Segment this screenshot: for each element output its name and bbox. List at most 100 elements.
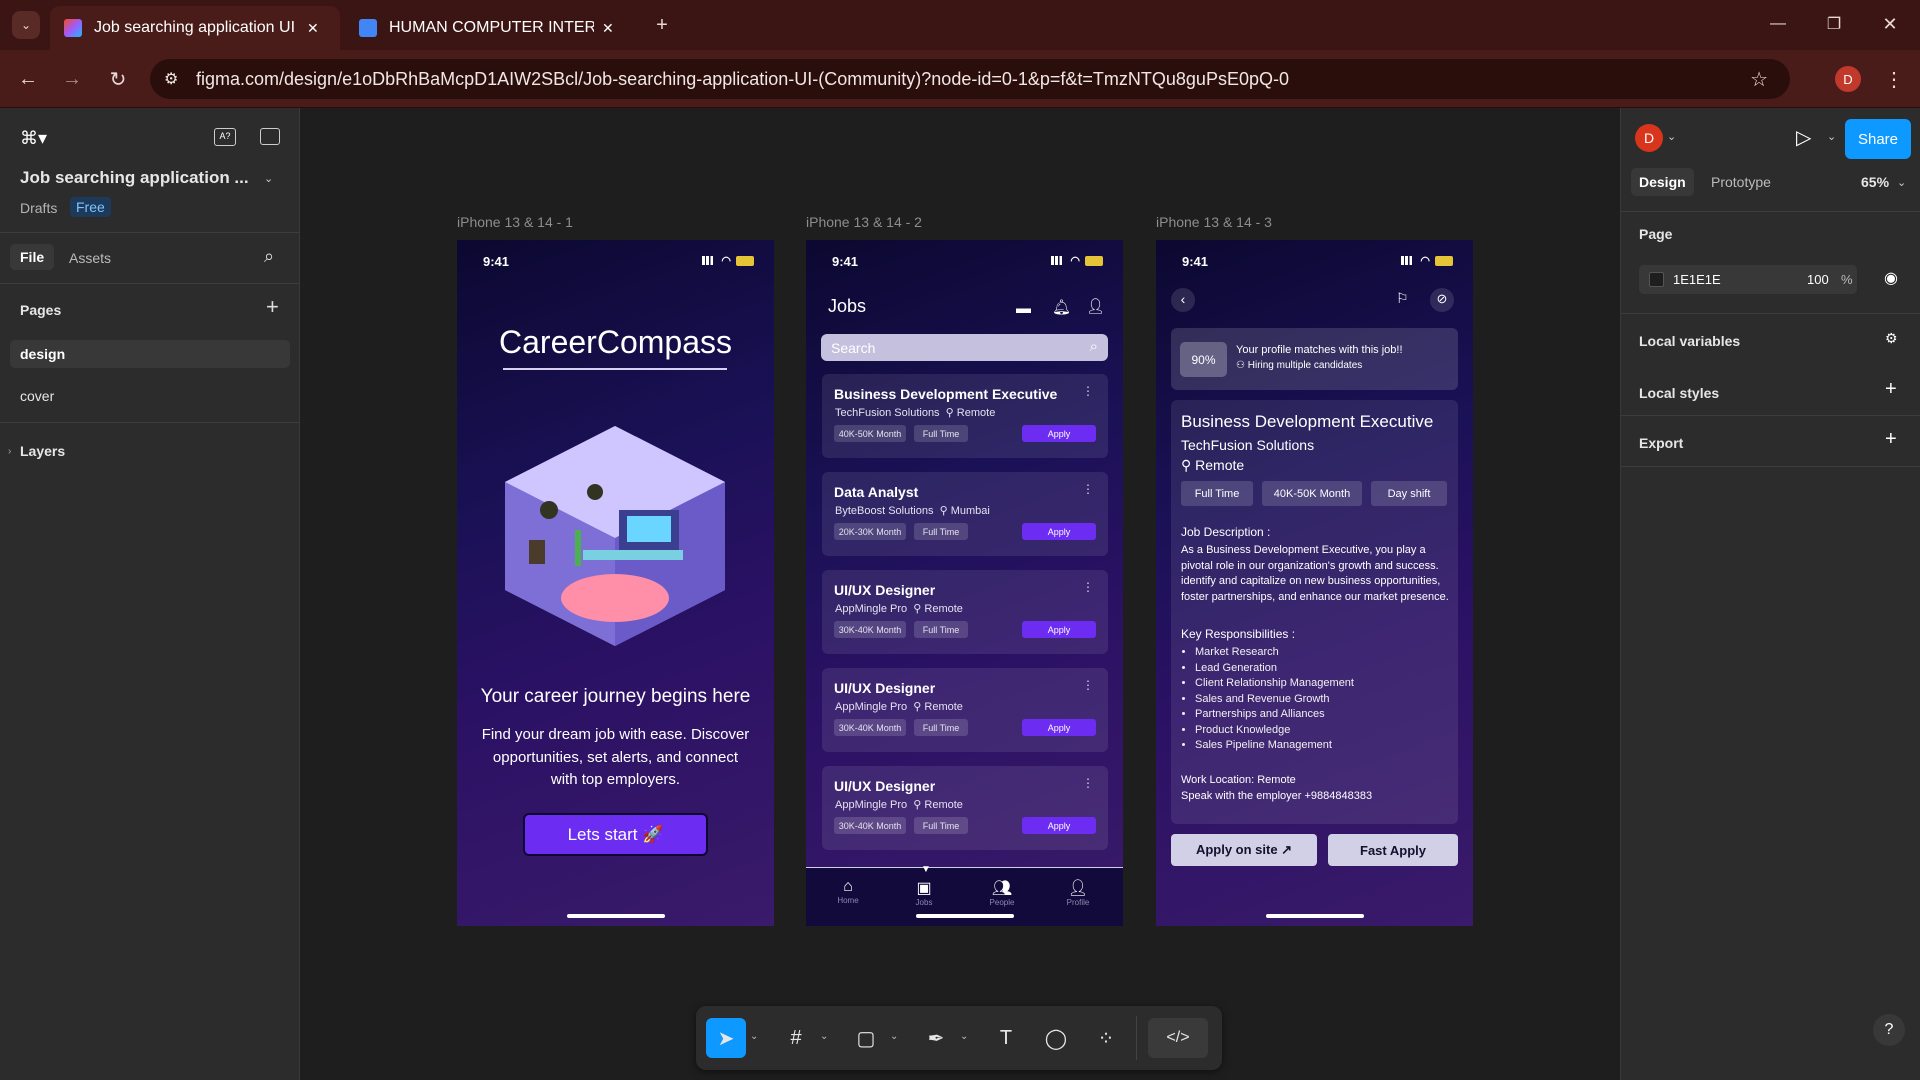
add-style-icon[interactable]: + (1885, 378, 1897, 401)
search-icon[interactable]: ⌕ (264, 246, 274, 267)
nav-jobs[interactable]: ▣ Jobs (908, 878, 940, 907)
add-page-icon[interactable]: + (266, 294, 279, 320)
new-tab-icon[interactable]: + (648, 11, 676, 39)
more-options-icon[interactable]: ⋮ (1082, 776, 1094, 790)
bell-icon[interactable]: 🔔︎ (1052, 298, 1071, 316)
nav-profile[interactable]: 👤︎ Profile (1058, 878, 1098, 907)
apply-button[interactable]: Apply (1022, 523, 1096, 540)
frame-onboarding[interactable]: 9:41 ◠ CareerCompass Your career journey… (457, 240, 774, 926)
rectangle-tool-icon[interactable]: ▢ (846, 1018, 886, 1058)
apply-button[interactable]: Apply (1022, 817, 1096, 834)
components-tool-icon[interactable]: ⁘ (1086, 1018, 1126, 1058)
job-card[interactable]: Data Analyst ByteBoost Solutions ⚲ Mumba… (822, 472, 1108, 556)
dev-mode-icon[interactable]: </> (1148, 1018, 1208, 1058)
page-item-design[interactable]: design (10, 340, 290, 368)
opacity-value[interactable]: 100 (1807, 272, 1829, 287)
figma-menu-icon[interactable]: ⌘▾ (20, 128, 47, 149)
apply-on-site-button[interactable]: Apply on site ↗ (1171, 834, 1317, 866)
tab-file[interactable]: File (10, 244, 55, 270)
tab-hci[interactable]: HUMAN COMPUTER INTERACTI ✕ (345, 6, 635, 50)
search-icon[interactable]: ⌕ (1090, 338, 1098, 355)
variables-settings-icon[interactable]: ⚙ (1885, 330, 1898, 347)
ai-icon[interactable]: A? (214, 128, 236, 146)
address-bar[interactable]: ⚙ figma.com/design/e1oDbRhBaMcpD1AIW2SBc… (150, 59, 1790, 99)
comment-tool-icon[interactable]: ◯ (1036, 1018, 1076, 1058)
user-icon[interactable]: 👤︎ (1086, 297, 1105, 315)
eye-icon[interactable]: ◉ (1884, 268, 1898, 288)
move-tool-icon[interactable]: ➤ (706, 1018, 746, 1058)
reload-icon[interactable]: ↻ (104, 65, 132, 93)
present-play-icon[interactable]: ▷ (1796, 125, 1811, 150)
browser-menu-icon[interactable]: ⋮ (1880, 65, 1908, 93)
apply-button[interactable]: Apply (1022, 425, 1096, 442)
chevron-down-icon[interactable]: ⌄ (750, 1031, 758, 1042)
apply-button[interactable]: Apply (1022, 719, 1096, 736)
tab-design[interactable]: Design (1631, 168, 1694, 196)
local-variables-heading[interactable]: Local variables (1639, 333, 1740, 349)
bookmark-star-icon[interactable]: ☆ (1750, 67, 1768, 92)
frame-label-2[interactable]: iPhone 13 & 14 - 2 (806, 214, 922, 230)
more-options-icon[interactable]: ⋮ (1082, 580, 1094, 594)
more-options-icon[interactable]: ⋮ (1082, 482, 1094, 496)
chevron-down-icon[interactable]: ⌄ (960, 1031, 968, 1042)
local-styles-heading[interactable]: Local styles (1639, 385, 1719, 401)
page-item-cover[interactable]: cover (20, 388, 54, 404)
color-swatch[interactable] (1649, 272, 1664, 287)
toggle-sidebar-icon[interactable] (260, 128, 280, 145)
user-avatar[interactable]: D (1635, 124, 1663, 152)
chevron-down-icon[interactable]: ⌄ (1897, 176, 1906, 189)
close-tab-icon[interactable]: ✕ (307, 20, 319, 37)
back-icon[interactable]: ← (14, 65, 42, 93)
job-card[interactable]: UI/UX Designer AppMingle Pro ⚲ Remote 30… (822, 668, 1108, 752)
chevron-down-icon[interactable]: ⌄ (1827, 130, 1836, 143)
canvas[interactable]: iPhone 13 & 14 - 1 iPhone 13 & 14 - 2 iP… (300, 108, 1620, 1080)
hide-icon[interactable]: ⊘ (1430, 288, 1454, 312)
lets-start-button[interactable]: Lets start 🚀 (523, 813, 708, 856)
tab-prototype[interactable]: Prototype (1711, 174, 1771, 190)
search-input[interactable]: Search ⌕ (821, 334, 1108, 361)
file-name[interactable]: Job searching application ... (20, 168, 249, 188)
tab-figma[interactable]: Job searching application UI (Co ✕ (50, 6, 340, 50)
add-export-icon[interactable]: + (1885, 428, 1897, 451)
nav-people[interactable]: 👥︎ People (982, 878, 1022, 907)
nav-home[interactable]: ⌂ Home (832, 878, 864, 905)
chevron-down-icon[interactable]: ⌄ (820, 1031, 828, 1042)
back-icon[interactable]: ‹ (1171, 288, 1195, 312)
site-info-icon[interactable]: ⚙ (164, 69, 178, 89)
restore-icon[interactable]: ❐ (1820, 10, 1848, 38)
drafts-link[interactable]: Drafts (20, 200, 57, 216)
layers-heading[interactable]: Layers (20, 443, 65, 459)
frame-job-detail[interactable]: 9:41 ◠ ‹ ⚐ ⊘ 90% Your profile matches wi… (1156, 240, 1473, 926)
zoom-level[interactable]: 65% (1861, 174, 1889, 190)
tab-assets[interactable]: Assets (69, 250, 111, 266)
apply-button[interactable]: Apply (1022, 621, 1096, 638)
forward-icon[interactable]: → (58, 65, 86, 93)
text-tool-icon[interactable]: T (986, 1018, 1026, 1058)
frame-tool-icon[interactable]: # (776, 1018, 816, 1058)
page-bg-color-field[interactable]: 1E1E1E 100 % (1639, 265, 1857, 294)
export-heading[interactable]: Export (1639, 435, 1683, 451)
chevron-right-icon[interactable]: › (8, 446, 11, 457)
job-card[interactable]: UI/UX Designer AppMingle Pro ⚲ Remote 30… (822, 570, 1108, 654)
share-button[interactable]: Share (1845, 119, 1911, 159)
more-options-icon[interactable]: ⋮ (1082, 384, 1094, 398)
chevron-down-icon[interactable]: ⌄ (264, 172, 273, 185)
more-options-icon[interactable]: ⋮ (1082, 678, 1094, 692)
minimize-icon[interactable]: — (1764, 10, 1792, 38)
fast-apply-button[interactable]: Fast Apply (1328, 834, 1458, 866)
frame-label-3[interactable]: iPhone 13 & 14 - 3 (1156, 214, 1272, 230)
message-icon[interactable]: ▬ (1016, 300, 1031, 317)
help-button[interactable]: ? (1873, 1014, 1905, 1046)
pen-tool-icon[interactable]: ✒ (916, 1018, 956, 1058)
frame-label-1[interactable]: iPhone 13 & 14 - 1 (457, 214, 573, 230)
frame-jobs-list[interactable]: 9:41 ◠ Jobs ▬ 🔔︎ 👤︎ Search ⌕ Business De… (806, 240, 1123, 926)
job-card[interactable]: Business Development Executive TechFusio… (822, 374, 1108, 458)
tab-search-icon[interactable]: ⌄ (12, 11, 40, 39)
chevron-down-icon[interactable]: ⌄ (1667, 130, 1676, 143)
hex-value[interactable]: 1E1E1E (1673, 272, 1721, 287)
chevron-down-icon[interactable]: ⌄ (890, 1031, 898, 1042)
profile-avatar[interactable]: D (1835, 66, 1861, 92)
bookmark-icon[interactable]: ⚐ (1396, 290, 1409, 307)
job-card[interactable]: UI/UX Designer AppMingle Pro ⚲ Remote 30… (822, 766, 1108, 850)
close-tab-icon[interactable]: ✕ (602, 20, 614, 37)
